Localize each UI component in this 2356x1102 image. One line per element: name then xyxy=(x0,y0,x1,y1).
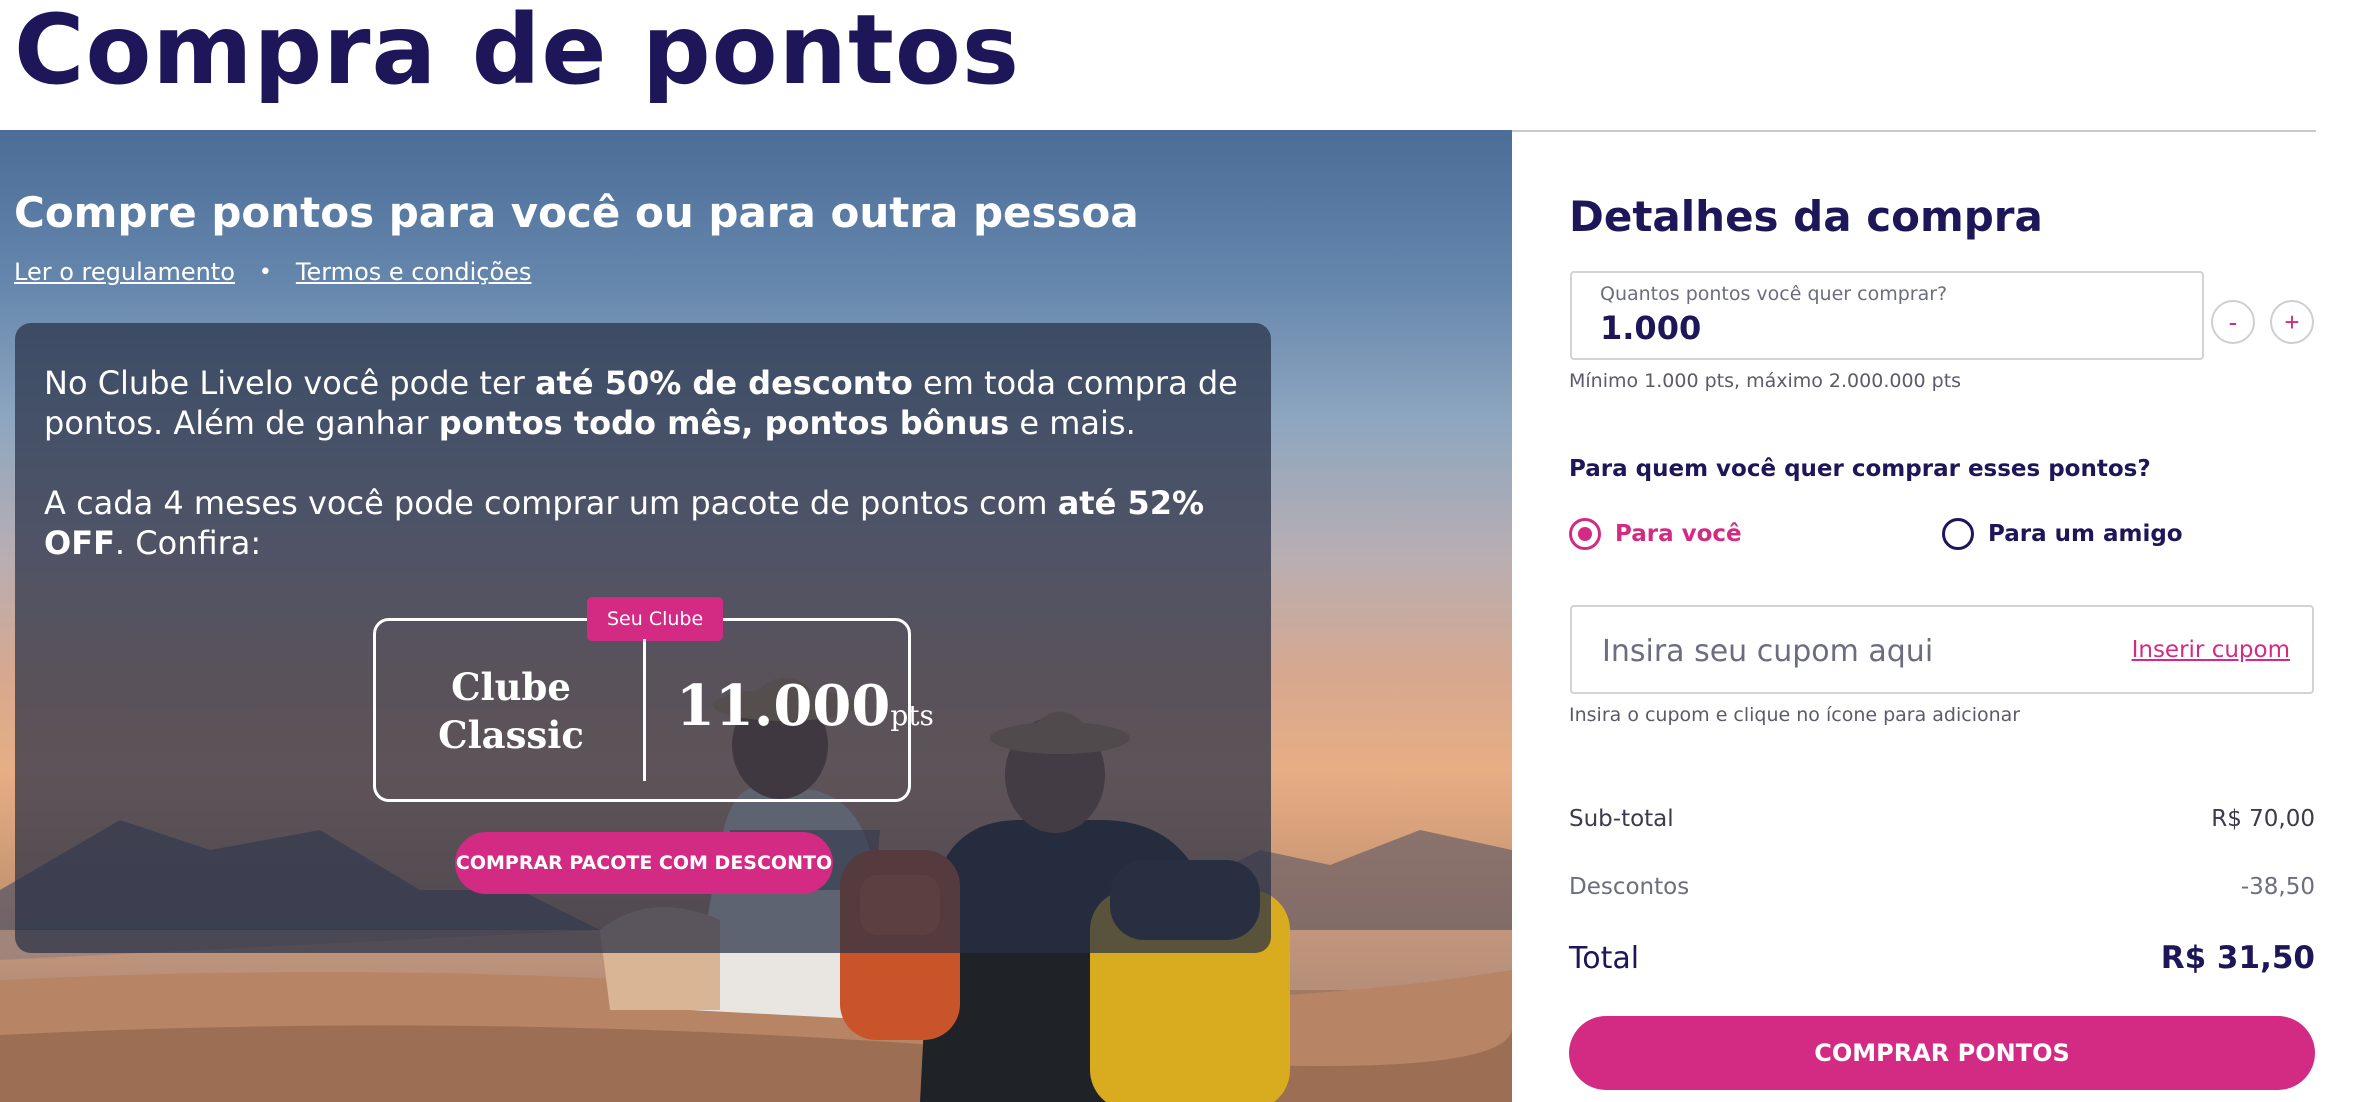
regulation-link[interactable]: Ler o regulamento xyxy=(14,258,235,286)
promo-paragraph-2: A cada 4 meses você pode comprar um paco… xyxy=(44,483,1244,563)
points-quantity-input[interactable] xyxy=(1600,309,2160,347)
discount-label: Descontos xyxy=(1569,874,1690,900)
points-quantity-hint: Mínimo 1.000 pts, máximo 2.000.000 pts xyxy=(1569,370,1962,392)
total-value: R$ 31,50 xyxy=(2160,940,2315,976)
recipient-question: Para quem você quer comprar esses pontos… xyxy=(1569,456,2151,482)
plan-divider xyxy=(643,639,646,781)
radio-for-you-label: Para você xyxy=(1615,521,1742,547)
panel-title: Detalhes da compra xyxy=(1569,192,2043,241)
page-title: Compra de pontos xyxy=(14,0,1020,106)
plan-name-line-1: Clube xyxy=(451,665,571,709)
plan-points: 11.000pts xyxy=(676,673,934,739)
subtotal-label: Sub-total xyxy=(1569,806,1674,832)
radio-for-friend[interactable]: Para um amigo xyxy=(1942,518,2183,550)
plan-points-unit: pts xyxy=(890,699,934,732)
link-separator: • xyxy=(258,259,272,285)
buy-discount-package-button[interactable]: COMPRAR PACOTE COM DESCONTO xyxy=(455,832,833,894)
coupon-field[interactable]: Inserir cupom xyxy=(1570,605,2314,694)
promo-highlight: pontos todo mês, pontos bônus xyxy=(438,404,1010,442)
discount-row: Descontos -38,50 xyxy=(1569,874,2315,900)
buy-points-button[interactable]: COMPRAR PONTOS xyxy=(1569,1016,2315,1090)
radio-selected-icon[interactable] xyxy=(1569,518,1601,550)
promo-text: No Clube Livelo você pode ter até 50% de… xyxy=(44,363,1244,563)
plan-package-box: Seu Clube Clube Classic 11.000pts xyxy=(373,597,934,802)
promo-text-segment: . Confira: xyxy=(114,524,262,562)
plan-points-value: 11.000 xyxy=(676,673,891,739)
radio-for-you[interactable]: Para você xyxy=(1569,518,1742,550)
discount-value: -38,50 xyxy=(2240,874,2315,900)
purchase-details-panel: Detalhes da compra Quantos pontos você q… xyxy=(1512,132,2356,1102)
promo-card: No Clube Livelo você pode ter até 50% de… xyxy=(15,323,1271,953)
coupon-hint: Insira o cupom e clique no ícone para ad… xyxy=(1569,704,2021,726)
total-row: Total R$ 31,50 xyxy=(1569,940,2315,976)
promo-text-segment: No Clube Livelo você pode ter xyxy=(44,364,535,402)
subtotal-row: Sub-total R$ 70,00 xyxy=(1569,806,2315,832)
points-quantity-field[interactable]: Quantos pontos você quer comprar? xyxy=(1570,271,2204,360)
terms-link[interactable]: Termos e condições xyxy=(296,258,532,286)
promo-highlight: até 50% de desconto xyxy=(534,364,913,402)
radio-for-friend-label: Para um amigo xyxy=(1988,521,2183,547)
promo-paragraph-1: No Clube Livelo você pode ter até 50% de… xyxy=(44,363,1244,443)
coupon-input[interactable] xyxy=(1602,631,2122,671)
hero-heading: Compre pontos para você ou para outra pe… xyxy=(14,188,1139,237)
increase-points-button[interactable]: + xyxy=(2270,300,2314,344)
subtotal-value: R$ 70,00 xyxy=(2211,806,2315,832)
total-label: Total xyxy=(1569,940,1640,976)
plan-badge: Seu Clube xyxy=(587,597,724,641)
promo-text-segment: A cada 4 meses você pode comprar um paco… xyxy=(44,484,1058,522)
plan-name-line-2: Classic xyxy=(438,713,584,757)
points-quantity-label: Quantos pontos você quer comprar? xyxy=(1600,283,1948,305)
hero-links: Ler o regulamento • Termos e condições xyxy=(14,258,531,286)
decrease-points-button[interactable]: - xyxy=(2211,300,2255,344)
apply-coupon-link[interactable]: Inserir cupom xyxy=(2132,637,2290,663)
hero-banner: Compre pontos para você ou para outra pe… xyxy=(0,130,1512,1102)
promo-text-segment: e mais. xyxy=(1009,404,1136,442)
radio-unselected-icon[interactable] xyxy=(1942,518,1974,550)
plan-name: Clube Classic xyxy=(376,663,646,759)
